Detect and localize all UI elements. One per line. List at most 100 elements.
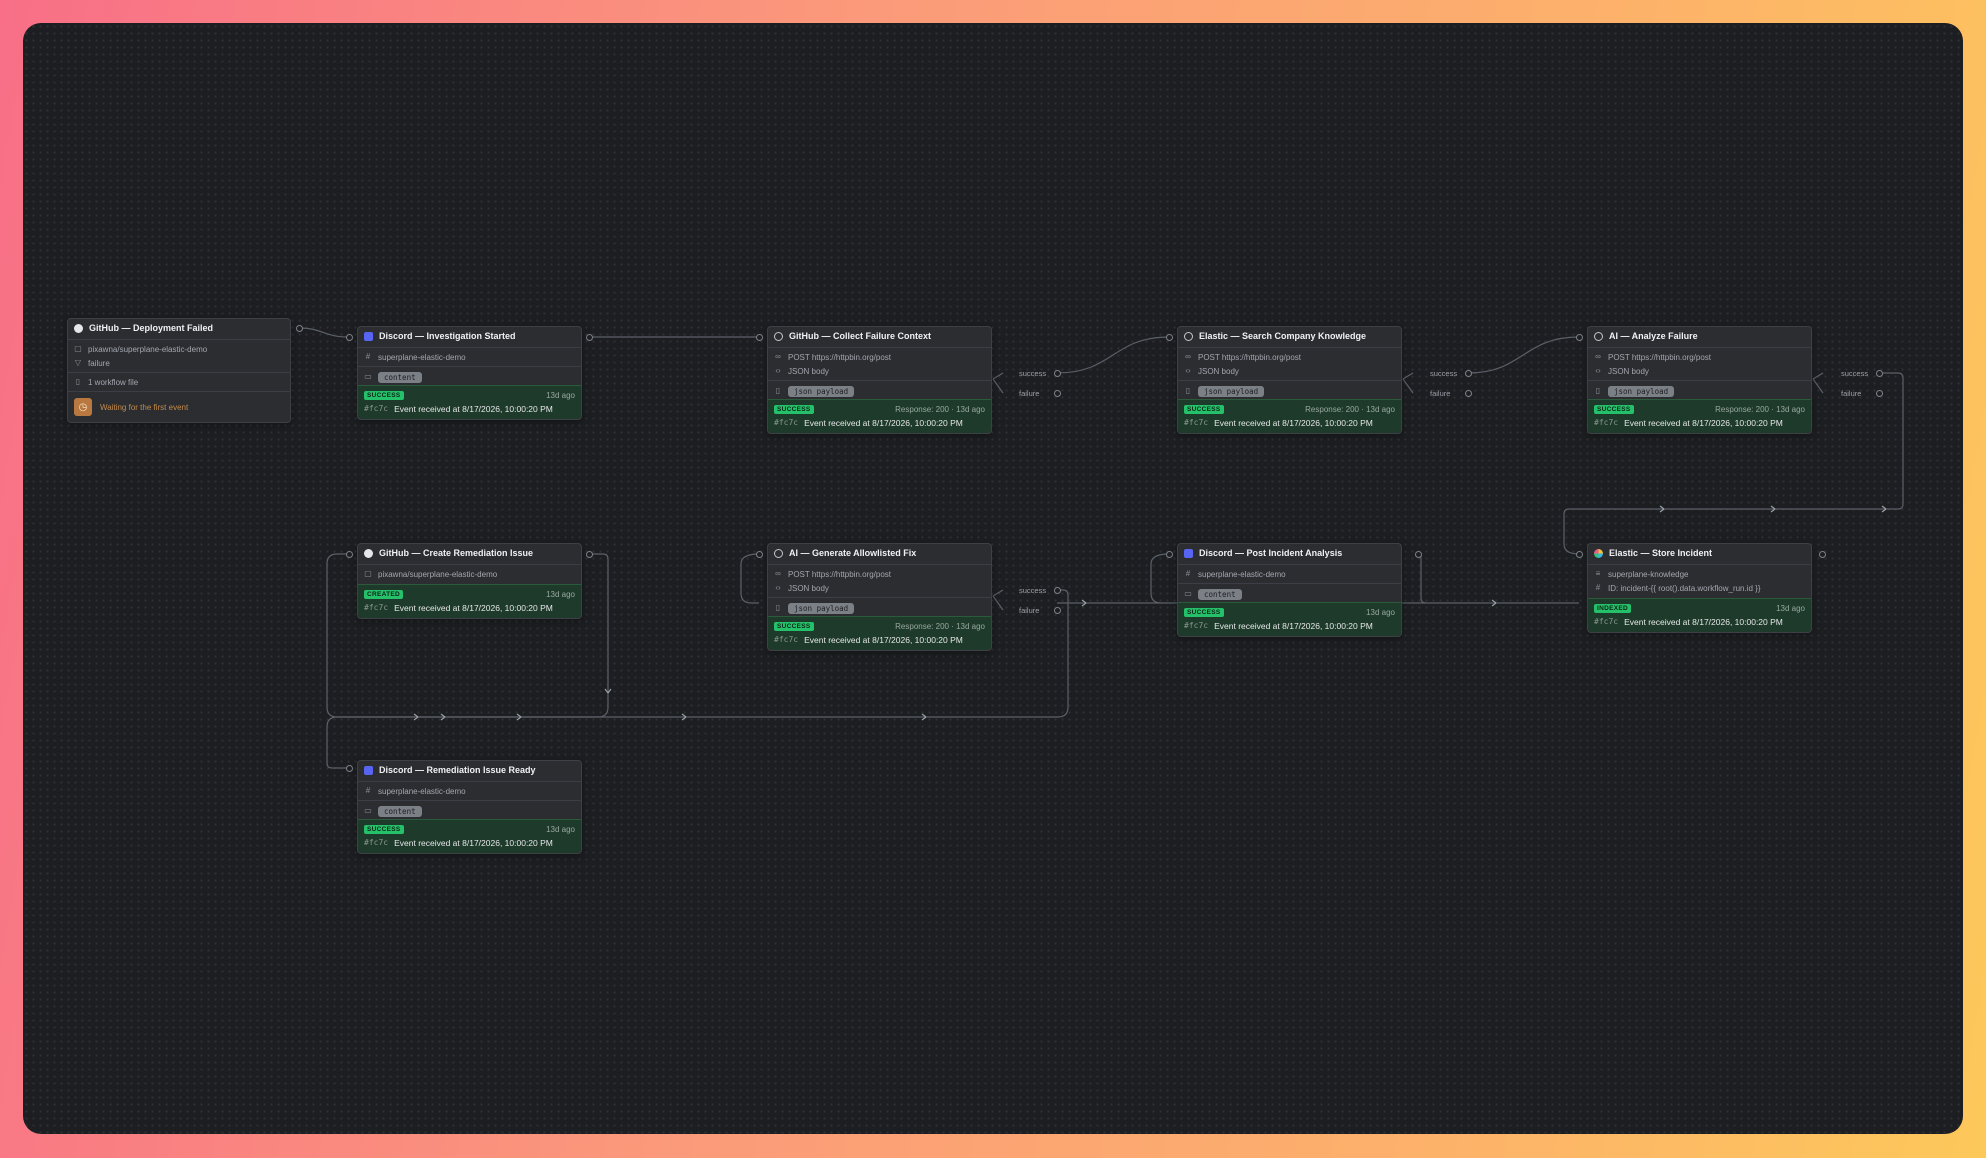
hash-icon: # xyxy=(365,352,371,361)
globe-icon xyxy=(1594,331,1603,341)
discord-icon xyxy=(1184,548,1193,558)
input-handle[interactable] xyxy=(1166,551,1173,558)
node-title: AI — Generate Allowlisted Fix xyxy=(789,548,917,558)
file-icon: ▯ xyxy=(1185,386,1191,395)
analyze-success-label: success xyxy=(1841,369,1869,378)
event-hash: #fc7c xyxy=(774,418,799,427)
node-create-remediation-issue[interactable]: GitHub — Create Remediation Issue ▢ pixaw… xyxy=(357,543,582,619)
node-title: Elastic — Store Incident xyxy=(1609,548,1713,558)
node-title: Discord — Remediation Issue Ready xyxy=(379,765,536,775)
event-hash: #fc7c xyxy=(1594,617,1619,626)
output-handle[interactable] xyxy=(1465,390,1472,397)
event-hash: #fc7c xyxy=(774,635,799,644)
output-handle[interactable] xyxy=(1876,390,1883,397)
node-analyze-failure[interactable]: AI — Analyze Failure ∞ POST https://httpb… xyxy=(1587,326,1812,434)
input-handle[interactable] xyxy=(346,551,353,558)
output-handle[interactable] xyxy=(1054,587,1061,594)
code-icon: ‹› xyxy=(775,583,781,592)
status-badge: SUCCESS xyxy=(774,405,814,414)
node-remediation-issue-ready[interactable]: Discord — Remediation Issue Ready # super… xyxy=(357,760,582,854)
output-handle[interactable] xyxy=(586,551,593,558)
node-investigation-started[interactable]: Discord — Investigation Started # superpl… xyxy=(357,326,582,420)
clock-icon: ◷ xyxy=(74,398,92,416)
waiting-text: Waiting for the first event xyxy=(100,402,189,412)
output-handle[interactable] xyxy=(1054,607,1061,614)
output-handle[interactable] xyxy=(586,334,593,341)
output-handle[interactable] xyxy=(1465,370,1472,377)
input-handle[interactable] xyxy=(1576,334,1583,341)
event-text: Event received at 8/17/2026, 10:00:20 PM xyxy=(1214,620,1373,631)
elastic-icon xyxy=(1594,548,1603,558)
node-title: GitHub — Deployment Failed xyxy=(89,323,214,333)
repo-name: pixawna/superplane-elastic-demo xyxy=(378,569,498,579)
node-search-company-knowledge[interactable]: Elastic — Search Company Knowledge ∞ POST… xyxy=(1177,326,1402,434)
status-meta: 13d ago xyxy=(546,590,575,599)
input-handle[interactable] xyxy=(1576,551,1583,558)
node-title: Elastic — Search Company Knowledge xyxy=(1199,331,1367,341)
event-text: Event received at 8/17/2026, 10:00:20 PM xyxy=(1214,417,1373,428)
status-panel: SUCCESS Response: 200 · 13d ago #fc7c Even… xyxy=(1178,399,1401,433)
status-badge: SUCCESS xyxy=(774,622,814,631)
input-handle[interactable] xyxy=(1166,334,1173,341)
discord-icon xyxy=(364,331,373,341)
channel-name: superplane-elastic-demo xyxy=(1198,569,1286,579)
file-icon: ▯ xyxy=(75,377,81,386)
file-icon: ▯ xyxy=(1595,386,1601,395)
database-icon: ≡ xyxy=(1595,569,1601,578)
status-panel: SUCCESS 13d ago #fc7c Event received at 8/… xyxy=(358,819,581,853)
status-badge: CREATED xyxy=(364,590,404,599)
node-collect-failure-context[interactable]: GitHub — Collect Failure Context ∞ POST h… xyxy=(767,326,992,434)
status-badge: INDEXED xyxy=(1594,604,1631,613)
status-panel: SUCCESS 13d ago #fc7c Event received at 8/… xyxy=(1178,602,1401,636)
document-id: ID: incident-{{ root().data.workflow_run… xyxy=(1608,583,1761,593)
repo-name: pixawna/superplane-elastic-demo xyxy=(88,344,208,354)
output-handle[interactable] xyxy=(296,325,303,332)
globe-icon xyxy=(774,548,783,558)
filter-value: failure xyxy=(88,358,110,368)
output-handle[interactable] xyxy=(1054,370,1061,377)
status-panel: SUCCESS Response: 200 · 13d ago #fc7c Even… xyxy=(1588,399,1811,433)
output-handle[interactable] xyxy=(1415,551,1422,558)
node-title: Discord — Post Incident Analysis xyxy=(1199,548,1343,558)
node-post-incident-analysis[interactable]: Discord — Post Incident Analysis # superp… xyxy=(1177,543,1402,637)
node-store-incident[interactable]: Elastic — Store Incident ≡ superplane-kno… xyxy=(1587,543,1812,633)
file-icon: ▯ xyxy=(775,603,781,612)
status-panel: SUCCESS Response: 200 · 13d ago #fc7c Even… xyxy=(768,616,991,650)
status-panel: SUCCESS Response: 200 · 13d ago #fc7c Even… xyxy=(768,399,991,433)
github-icon xyxy=(74,323,83,333)
node-trigger[interactable]: GitHub — Deployment Failed ▢ pixawna/supe… xyxy=(67,318,291,423)
input-handle[interactable] xyxy=(756,551,763,558)
github-icon xyxy=(364,548,373,558)
input-handle[interactable] xyxy=(346,765,353,772)
input-handle[interactable] xyxy=(346,334,353,341)
body-type: JSON body xyxy=(1198,366,1239,376)
status-badge: SUCCESS xyxy=(1594,405,1634,414)
filter-icon: ▽ xyxy=(74,358,82,367)
search-success-label: success xyxy=(1430,369,1458,378)
hash-icon: # xyxy=(1185,569,1191,578)
output-handle[interactable] xyxy=(1876,370,1883,377)
node-title: GitHub — Collect Failure Context xyxy=(789,331,932,341)
input-handle[interactable] xyxy=(756,334,763,341)
node-generate-allowlisted-fix[interactable]: AI — Generate Allowlisted Fix ∞ POST http… xyxy=(767,543,992,651)
hash-icon: # xyxy=(365,786,371,795)
workflow-files: 1 workflow file xyxy=(88,377,139,387)
status-panel: SUCCESS 13d ago #fc7c Event received at 8/… xyxy=(358,385,581,419)
workflow-canvas[interactable]: success failure success failure success … xyxy=(23,23,1963,1134)
request-url: POST https://httpbin.org/post xyxy=(1198,352,1302,362)
file-icon: ▯ xyxy=(775,386,781,395)
channel-name: superplane-elastic-demo xyxy=(378,352,466,362)
status-panel: CREATED 13d ago #fc7c Event received at 8/… xyxy=(358,584,581,618)
output-handle[interactable] xyxy=(1819,551,1826,558)
analyze-failure-label: failure xyxy=(1841,389,1862,398)
body-type: JSON body xyxy=(1608,366,1649,376)
event-hash: #fc7c xyxy=(1594,418,1619,427)
hash-icon: # xyxy=(1595,583,1601,592)
status-badge: SUCCESS xyxy=(1184,405,1224,414)
status-meta: Response: 200 · 13d ago xyxy=(895,405,985,414)
code-icon: ‹› xyxy=(1595,366,1601,375)
output-handle[interactable] xyxy=(1054,390,1061,397)
discord-icon xyxy=(364,765,373,775)
event-text: Event received at 8/17/2026, 10:00:20 PM xyxy=(394,837,553,848)
event-text: Event received at 8/17/2026, 10:00:20 PM xyxy=(804,634,963,645)
